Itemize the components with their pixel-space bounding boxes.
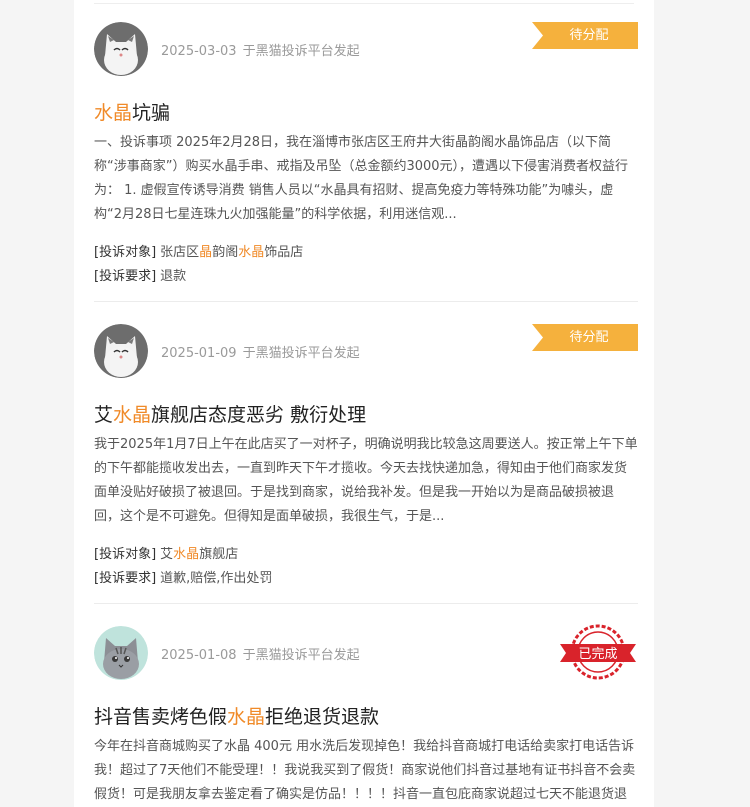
complaint-meta: 2025-03-03 于黑猫投诉平台发起 [161,40,360,59]
complaint-source: 于黑猫投诉平台发起 [242,648,360,663]
complaint-description: 一、投诉事项 2025年2月28日，我在淄博市张店区王府井大街晶韵阁水晶饰品店（… [94,135,629,222]
complaint-meta: 2025-01-09 于黑猫投诉平台发起 [161,342,360,361]
title-text: 拒绝退货退款 [265,706,380,728]
status-badge: 待分配 [532,22,638,49]
title-text: 艾 [94,404,114,426]
complaint-demand: [投诉要求] 退款 [94,265,186,284]
complaint-description: 今年在抖音商城购买了水晶 400元 用水洗后发现掉色！我给抖音商城打电话给卖家打… [94,739,636,802]
complaint-meta: 2025-01-08 于黑猫投诉平台发起 [161,644,360,663]
target-highlight: 水晶 [173,547,200,562]
gray-cat-avatar[interactable] [94,324,148,378]
complaint-date: 2025-03-03 [161,44,237,59]
demand-text: 退款 [160,269,187,284]
demand-text: 道歉,赔偿,作出处罚 [160,571,273,586]
complaint-target: [投诉对象] 艾水晶旗舰店 [94,543,238,562]
target-text: 艾 [160,547,174,562]
complaint-title[interactable]: 水晶坑骗 [94,98,170,125]
status-badge: 待分配 [532,324,638,351]
target-highlight: 水晶 [238,245,265,260]
title-highlight: 水晶 [94,102,133,124]
demand-label: [投诉要求] [94,269,157,284]
demand-label: [投诉要求] [94,571,157,586]
status-label: 待分配 [569,28,609,43]
title-text: 旗舰店态度恶劣 敷衍处理 [151,404,367,426]
title-highlight: 水晶 [227,706,266,728]
complaint-title[interactable]: 抖音售卖烤色假水晶拒绝退货退款 [94,702,379,729]
target-text: 饰品店 [264,245,304,260]
complaint-date: 2025-01-08 [161,648,237,663]
target-highlight: 晶 [199,245,213,260]
complaint-list: 2025-03-03 于黑猫投诉平台发起 待分配 水晶坑骗 一、投诉事项 2025… [74,0,654,807]
target-text: 旗舰店 [199,547,239,562]
target-text: 韵阁 [212,245,239,260]
complaint-source: 于黑猫投诉平台发起 [242,346,360,361]
complaint-title[interactable]: 艾水晶旗舰店态度恶劣 敷衍处理 [94,400,366,427]
title-text: 坑骗 [132,102,171,124]
complaint-demand: [投诉要求] 道歉,赔偿,作出处罚 [94,567,272,586]
target-label: [投诉对象] [94,245,157,260]
complaint-date: 2025-01-09 [161,346,237,361]
complaint-description: 我于2025年1月7日上午在此店买了一对杯子，明确说明我比较急这周要送人。按正常… [94,437,638,524]
target-label: [投诉对象] [94,547,157,562]
title-text: 抖音售卖烤色假 [94,706,228,728]
status-label: 已完成 [578,647,617,662]
completed-stamp: 已完成 [558,624,638,684]
complaint-target: [投诉对象] 张店区晶韵阁水晶饰品店 [94,241,303,260]
status-label: 待分配 [569,330,609,345]
target-text: 张店区 [160,245,200,260]
tabby-cat-avatar[interactable] [94,626,148,680]
gray-cat-avatar[interactable] [94,22,148,76]
complaint-source: 于黑猫投诉平台发起 [242,44,360,59]
title-highlight: 水晶 [113,404,152,426]
divider [94,3,634,4]
